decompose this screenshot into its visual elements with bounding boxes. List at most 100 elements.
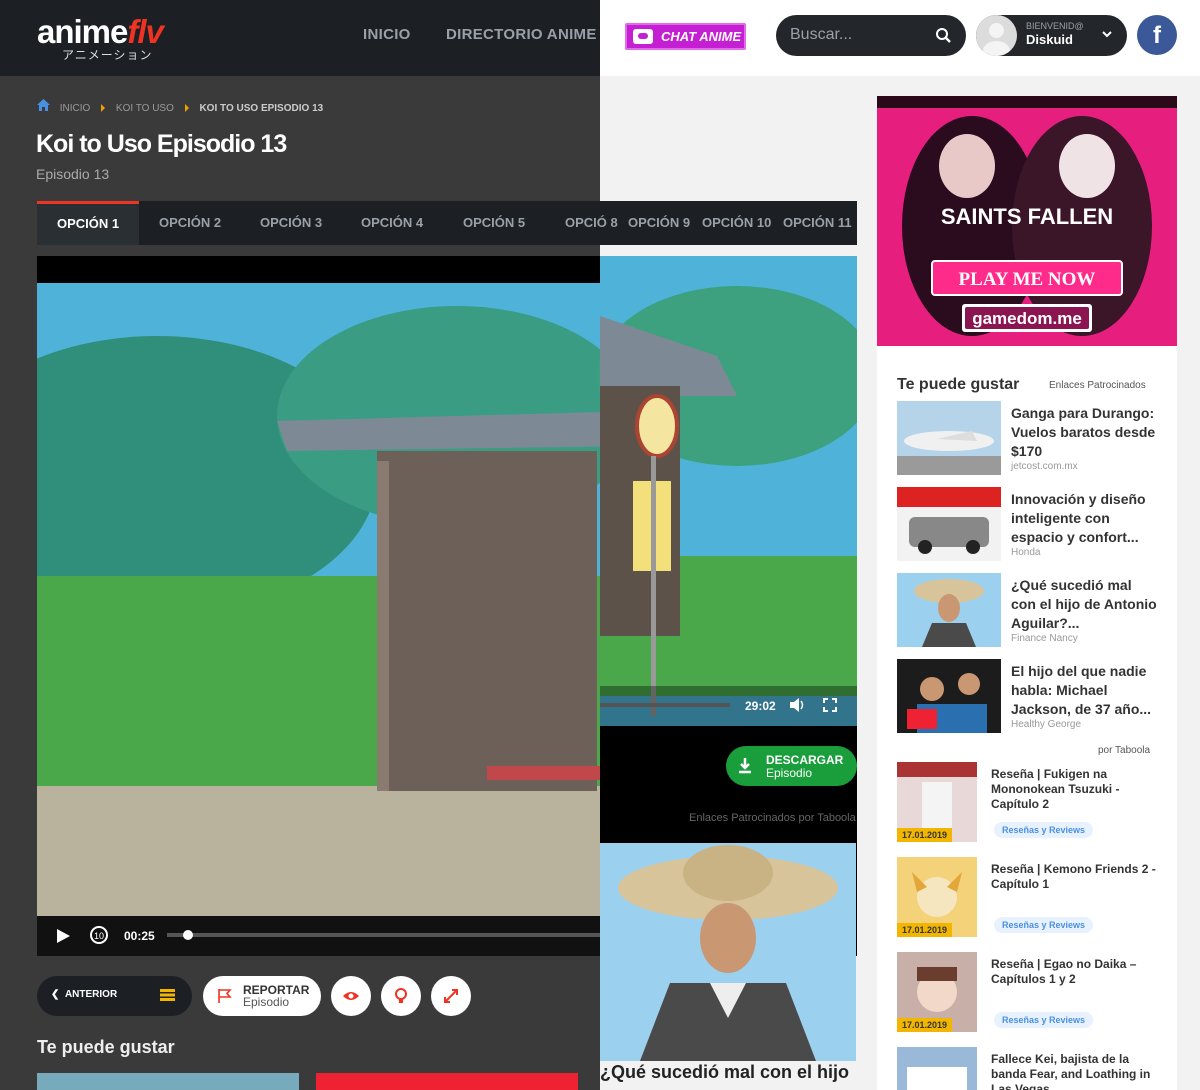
tab-opcion-10[interactable]: OPCIÓN 10 bbox=[702, 201, 771, 245]
review-date: 17.01.2019 bbox=[897, 828, 953, 842]
report-sub: Episodio bbox=[243, 995, 290, 1009]
site-logo[interactable]: animeflv bbox=[37, 14, 164, 50]
item-thumbnail bbox=[897, 573, 1001, 647]
search-icon[interactable] bbox=[935, 27, 952, 44]
breadcrumb: INICIO KOI TO USO KOI TO USO EPISODIO 13 bbox=[37, 99, 323, 114]
flag-icon bbox=[218, 989, 232, 1003]
item-thumbnail bbox=[897, 401, 1001, 475]
tab-opcion-2[interactable]: OPCIÓN 2 bbox=[159, 201, 221, 245]
sidebar-sponsored-label: Enlaces Patrocinados bbox=[1049, 380, 1146, 391]
review-item[interactable]: Fallece Kei, bajista de la banda Fear, a… bbox=[897, 1047, 1157, 1090]
sponsored-item[interactable]: ¿Qué sucedió mal con el hijo de Antonio … bbox=[897, 573, 1157, 649]
review-item[interactable]: 17.01.2019 Reseña | Fukigen na Mononokea… bbox=[897, 762, 1157, 842]
sombrero-image bbox=[600, 843, 856, 1061]
review-date: 17.01.2019 bbox=[897, 1018, 953, 1032]
chevron-down-icon[interactable] bbox=[1101, 28, 1113, 40]
item-source: Honda bbox=[1011, 547, 1041, 558]
chat-anime-button[interactable]: CHAT ANIME bbox=[625, 23, 746, 50]
expand-button[interactable] bbox=[431, 976, 471, 1016]
tab-opcion-3[interactable]: OPCIÓN 3 bbox=[260, 201, 322, 245]
breadcrumb-inicio[interactable]: INICIO bbox=[60, 103, 91, 114]
time-total: 29:02 bbox=[745, 699, 776, 713]
item-thumbnail bbox=[897, 487, 1001, 561]
ad-image[interactable] bbox=[600, 843, 856, 1061]
review-thumbnail bbox=[897, 1047, 977, 1090]
review-item[interactable]: 17.01.2019 Reseña | Kemono Friends 2 - C… bbox=[897, 857, 1157, 937]
ad-caption[interactable]: ¿Qué sucedió mal con el hijo bbox=[600, 1062, 900, 1083]
sidebar-ad[interactable]: SAINTS FALLEN PLAY ME NOW gamedom.me bbox=[877, 96, 1177, 346]
page-subtitle: Episodio 13 bbox=[36, 166, 110, 182]
ad-title: SAINTS FALLEN bbox=[941, 204, 1113, 229]
download-icon bbox=[739, 758, 751, 774]
page-title: Koi to Uso Episodio 13 bbox=[36, 130, 287, 158]
review-title[interactable]: Reseña | Egao no Daika – Capítulos 1 y 2 bbox=[991, 957, 1157, 987]
ad-domain: gamedom.me bbox=[972, 309, 1082, 328]
user-menu[interactable]: BIENVENID@ Diskuid bbox=[976, 15, 1127, 56]
fullscreen-icon[interactable] bbox=[823, 698, 837, 712]
item-title[interactable]: El hijo del que nadie habla: Michael Jac… bbox=[1011, 662, 1157, 719]
download-button[interactable]: DESCARGAR Episodio bbox=[726, 746, 857, 786]
search-input[interactable] bbox=[790, 25, 930, 45]
discord-icon bbox=[633, 29, 653, 44]
nav-inicio[interactable]: INICIO bbox=[363, 26, 411, 43]
light-button[interactable] bbox=[381, 976, 421, 1016]
volume-icon[interactable] bbox=[789, 697, 807, 713]
item-source: Healthy George bbox=[1011, 719, 1082, 730]
expand-icon bbox=[444, 989, 458, 1003]
avatar bbox=[976, 15, 1017, 56]
prev-episode-button[interactable]: ❮ ANTERIOR bbox=[51, 989, 117, 1000]
recommend-heading: Te puede gustar bbox=[37, 1037, 175, 1057]
tab-opcion-11[interactable]: OPCIÓN 11 bbox=[783, 201, 852, 245]
prev-label: ANTERIOR bbox=[64, 989, 118, 1000]
time-current: 00:25 bbox=[124, 929, 155, 943]
sponsored-item[interactable]: El hijo del que nadie habla: Michael Jac… bbox=[897, 659, 1157, 735]
home-icon[interactable] bbox=[37, 99, 50, 111]
ad-banner-image: SAINTS FALLEN PLAY ME NOW gamedom.me bbox=[877, 96, 1177, 346]
item-source: jetcost.com.mx bbox=[1011, 461, 1078, 472]
item-title[interactable]: Ganga para Durango: Vuelos baratos desde… bbox=[1011, 404, 1157, 461]
facebook-button[interactable]: f bbox=[1137, 15, 1177, 55]
breadcrumb-serie[interactable]: KOI TO USO bbox=[116, 103, 174, 114]
header: animeflv アニメーション INICIO DIRECTORIO ANIME… bbox=[0, 0, 1200, 76]
search-box[interactable] bbox=[776, 15, 966, 56]
watched-button[interactable] bbox=[331, 976, 371, 1016]
recommend-thumb[interactable] bbox=[37, 1073, 299, 1090]
review-title[interactable]: Reseña | Fukigen na Mononokean Tsuzuki -… bbox=[991, 767, 1157, 812]
review-item[interactable]: 17.01.2019 Reseña | Egao no Daika – Capí… bbox=[897, 952, 1157, 1032]
logo-subtitle: アニメーション bbox=[62, 48, 153, 62]
recommend-thumb[interactable] bbox=[316, 1073, 578, 1090]
breadcrumb-separator-icon bbox=[101, 104, 106, 113]
chat-label: CHAT ANIME bbox=[661, 29, 742, 44]
episode-list-icon[interactable] bbox=[160, 989, 175, 1001]
review-date: 17.01.2019 bbox=[897, 923, 953, 937]
report-button[interactable]: REPORTAR Episodio bbox=[203, 976, 321, 1016]
tab-opcion-8[interactable]: OPCIÓ 8 bbox=[565, 201, 618, 245]
item-thumbnail bbox=[897, 659, 1001, 733]
download-label: DESCARGAR bbox=[766, 753, 844, 767]
episode-navigation[interactable]: ❮ ANTERIOR bbox=[37, 976, 192, 1016]
review-category-badge[interactable]: Reseñas y Reviews bbox=[994, 1012, 1094, 1028]
ad-cta: PLAY ME NOW bbox=[959, 269, 1096, 290]
tab-opcion-5[interactable]: OPCIÓN 5 bbox=[463, 201, 525, 245]
tab-opcion-9[interactable]: OPCIÓN 9 bbox=[628, 201, 690, 245]
tab-opcion-4[interactable]: OPCIÓN 4 bbox=[361, 201, 423, 245]
tab-opcion-1[interactable]: OPCIÓN 1 bbox=[37, 201, 140, 245]
progress-handle[interactable] bbox=[182, 930, 193, 940]
nav-directorio[interactable]: DIRECTORIO ANIME bbox=[446, 26, 597, 43]
review-title[interactable]: Reseña | Kemono Friends 2 - Capítulo 1 bbox=[991, 862, 1157, 892]
item-title[interactable]: ¿Qué sucedió mal con el hijo de Antonio … bbox=[1011, 576, 1157, 633]
sponsored-item[interactable]: Innovación y diseño inteligente con espa… bbox=[897, 487, 1157, 563]
item-title[interactable]: Innovación y diseño inteligente con espa… bbox=[1011, 490, 1157, 547]
eye-icon bbox=[343, 992, 359, 1000]
welcome-label: BIENVENID@ bbox=[1026, 21, 1084, 31]
review-category-badge[interactable]: Reseñas y Reviews bbox=[994, 822, 1094, 838]
breadcrumb-separator-icon bbox=[184, 104, 189, 113]
play-icon[interactable] bbox=[55, 928, 71, 944]
breadcrumb-current: KOI TO USO EPISODIO 13 bbox=[199, 102, 324, 114]
taboola-label: por Taboola bbox=[1098, 745, 1151, 756]
review-category-badge[interactable]: Reseñas y Reviews bbox=[994, 917, 1094, 933]
rewind-10-icon[interactable]: 10 bbox=[89, 925, 109, 945]
review-title[interactable]: Fallece Kei, bajista de la banda Fear, a… bbox=[991, 1052, 1157, 1090]
sponsored-item[interactable]: Ganga para Durango: Vuelos baratos desde… bbox=[897, 401, 1157, 477]
username: Diskuid bbox=[1026, 32, 1073, 47]
